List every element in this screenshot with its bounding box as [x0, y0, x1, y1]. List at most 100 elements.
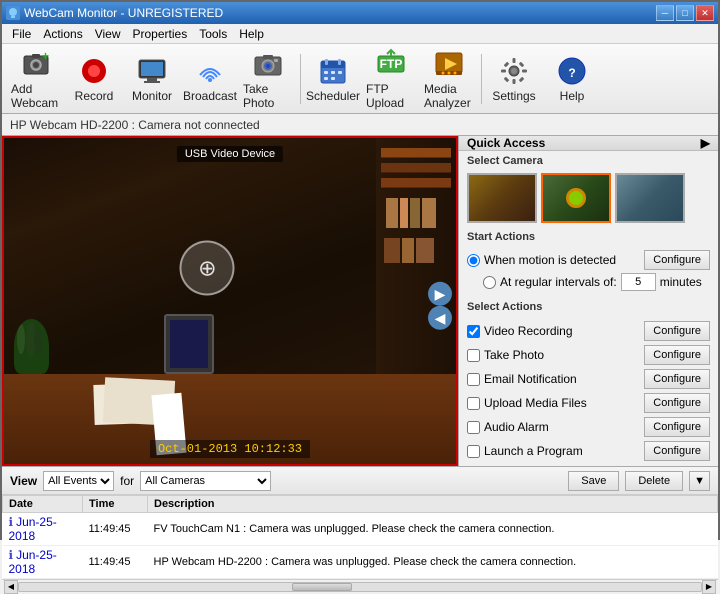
take-photo-label: Take Photo [243, 82, 293, 110]
select-actions-section: Video Recording Configure Take Photo Con… [459, 315, 718, 466]
upload-configure-button[interactable]: Configure [644, 393, 710, 413]
maximize-button[interactable]: □ [676, 5, 694, 21]
camera-thumbnails [459, 169, 718, 227]
video-recording-label: Video Recording [484, 324, 573, 338]
monitor-label: Monitor [132, 89, 172, 103]
save-log-button[interactable]: Save [568, 471, 619, 491]
log-area: View All Events Errors Warnings Info for… [2, 466, 718, 579]
menu-help[interactable]: Help [233, 25, 270, 43]
interval-value-input[interactable] [621, 273, 656, 291]
table-row: ℹJun-25-2018 11:49:45 HP Webcam HD-2200 … [3, 546, 718, 579]
take-photo-checkbox[interactable] [467, 349, 480, 362]
menu-bar: File Actions View Properties Tools Help [2, 24, 718, 44]
scheduler-icon [317, 55, 349, 87]
menu-properties[interactable]: Properties [127, 25, 194, 43]
audio-configure-button[interactable]: Configure [644, 417, 710, 437]
device-label: USB Video Device [177, 146, 283, 162]
camera-thumb-2[interactable] [541, 173, 611, 223]
delete-log-button[interactable]: Delete [625, 471, 683, 491]
menu-file[interactable]: File [6, 25, 37, 43]
ftp-icon: FTP [375, 48, 407, 80]
ftp-upload-button[interactable]: FTP FTP Upload [363, 50, 419, 108]
log-toolbar: View All Events Errors Warnings Info for… [2, 467, 718, 495]
nav-next-button[interactable]: ▶ [428, 282, 452, 306]
menu-view[interactable]: View [89, 25, 127, 43]
camera-thumb-1[interactable] [467, 173, 537, 223]
menu-actions[interactable]: Actions [37, 25, 88, 43]
window-title: WebCam Monitor - UNREGISTERED [24, 6, 223, 20]
settings-icon [498, 55, 530, 87]
video-recording-configure-button[interactable]: Configure [644, 321, 710, 341]
camera-status-text: HP Webcam HD-2200 : Camera not connected [10, 118, 260, 132]
email-notification-label: Email Notification [484, 372, 577, 386]
media-analyzer-label: Media Analyzer [424, 82, 474, 110]
interval-radio[interactable] [483, 276, 496, 289]
col-time: Time [83, 496, 148, 513]
help-button[interactable]: ? Help [544, 50, 600, 108]
broadcast-button[interactable]: Broadcast [182, 50, 238, 108]
monitor-button[interactable]: Monitor [124, 50, 180, 108]
record-button[interactable]: Record [66, 50, 122, 108]
take-photo-configure-button[interactable]: Configure [644, 345, 710, 365]
title-bar: WebCam Monitor - UNREGISTERED ─ □ ✕ [2, 2, 718, 24]
upload-media-checkbox[interactable] [467, 397, 480, 410]
help-icon: ? [556, 55, 588, 87]
take-photo-button[interactable]: Take Photo [240, 50, 296, 108]
toolbar-separator-2 [481, 54, 482, 104]
select-camera-label: Select Camera [459, 151, 718, 169]
launch-configure-button[interactable]: Configure [644, 441, 710, 461]
minimize-button[interactable]: ─ [656, 5, 674, 21]
video-recording-checkbox[interactable] [467, 325, 480, 338]
record-icon [78, 55, 110, 87]
camera-thumb-3[interactable] [615, 173, 685, 223]
video-timestamp: Oct-01-2013 10:12:33 [150, 440, 310, 458]
nav-prev-button[interactable]: ◀ [428, 306, 452, 330]
add-webcam-button[interactable]: + Add Webcam [8, 50, 64, 108]
camera-status-bar: HP Webcam HD-2200 : Camera not connected [2, 114, 718, 136]
log-date-1: ℹJun-25-2018 [3, 513, 83, 546]
media-icon [433, 48, 465, 80]
log-time-1: 11:49:45 [83, 513, 148, 546]
motion-configure-button[interactable]: Configure [644, 250, 710, 270]
col-description: Description [148, 496, 718, 513]
toolbar: + Add Webcam Record Monitor [2, 44, 718, 114]
scroll-right-button[interactable]: ▶ [702, 580, 716, 594]
window-controls: ─ □ ✕ [656, 5, 714, 21]
start-actions-section: When motion is detected Configure At reg… [459, 245, 718, 297]
log-table: Date Time Description ℹJun-25-2018 11:49… [2, 495, 718, 579]
upload-media-label: Upload Media Files [484, 396, 587, 410]
menu-tools[interactable]: Tools [193, 25, 233, 43]
action-row-email: Email Notification Configure [467, 367, 710, 391]
action-row-launch: Launch a Program Configure [467, 439, 710, 463]
svg-text:?: ? [568, 66, 575, 80]
action-row-photo: Take Photo Configure [467, 343, 710, 367]
scroll-track[interactable] [18, 582, 702, 592]
scroll-thumb[interactable] [292, 583, 352, 591]
horizontal-scrollbar[interactable]: ◀ ▶ [2, 579, 718, 593]
view-label: View [10, 474, 37, 488]
log-expand-button[interactable]: ▼ [689, 471, 710, 491]
take-photo-action-label: Take Photo [484, 348, 544, 362]
camera-filter-select[interactable]: All Cameras HP Webcam HD-2200 FV TouchCa… [140, 471, 271, 491]
audio-alarm-checkbox[interactable] [467, 421, 480, 434]
close-button[interactable]: ✕ [696, 5, 714, 21]
broadcast-icon [194, 55, 226, 87]
email-configure-button[interactable]: Configure [644, 369, 710, 389]
media-analyzer-button[interactable]: Media Analyzer [421, 50, 477, 108]
quick-access-panel: Quick Access ▶ Select Camera Start Actio… [458, 136, 718, 466]
settings-button[interactable]: Settings [486, 50, 542, 108]
ftp-upload-label: FTP Upload [366, 82, 416, 110]
quick-access-expand-icon[interactable]: ▶ [701, 136, 710, 150]
main-area: USB Video Device [2, 136, 718, 466]
launch-program-checkbox[interactable] [467, 445, 480, 458]
interval-label: At regular intervals of: [500, 275, 617, 289]
scheduler-button[interactable]: Scheduler [305, 50, 361, 108]
scroll-left-button[interactable]: ◀ [4, 580, 18, 594]
scheduler-label: Scheduler [306, 89, 360, 103]
settings-label: Settings [492, 89, 535, 103]
app-icon [6, 6, 20, 20]
event-filter-select[interactable]: All Events Errors Warnings Info [43, 471, 114, 491]
log-desc-2: HP Webcam HD-2200 : Camera was unplugged… [148, 546, 718, 579]
email-notification-checkbox[interactable] [467, 373, 480, 386]
motion-radio[interactable] [467, 254, 480, 267]
